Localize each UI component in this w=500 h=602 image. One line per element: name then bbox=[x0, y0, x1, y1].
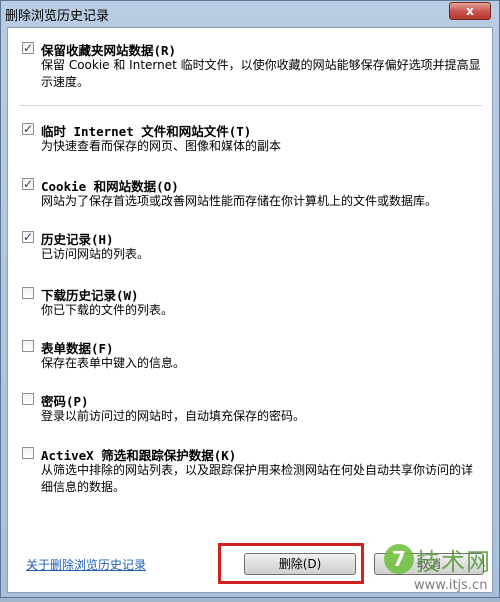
checkbox-cookies[interactable]: ✓ bbox=[22, 178, 34, 190]
option-description: 从筛选中排除的网站列表，以及跟踪保护用来检测网站在何处自动共享你访问的详细信息的… bbox=[41, 463, 474, 494]
option-description: 你已下载的文件的列表。 bbox=[41, 303, 174, 317]
option-description: 网站为了保存首选项或改善网站性能而存储在你计算机上的文件或数据库。 bbox=[41, 194, 438, 208]
dialog-title: 删除浏览历史记录 bbox=[5, 9, 110, 24]
checkbox-activex[interactable] bbox=[22, 447, 34, 459]
watermark-name: 技术网 bbox=[416, 548, 491, 576]
option-description: 保留 Cookie 和 Internet 临时文件，以使你收藏的网站能够保存偏好… bbox=[41, 58, 481, 89]
checkbox-favorites[interactable]: ✓ bbox=[22, 42, 34, 54]
option-description: 登录以前访问过的网站时，自动填充保存的密码。 bbox=[41, 409, 306, 423]
checkbox-passwords[interactable] bbox=[22, 393, 34, 405]
checkbox-temp-files[interactable]: ✓ bbox=[22, 123, 34, 135]
checkbox-form-data[interactable] bbox=[22, 340, 34, 352]
watermark-logo-icon: 7 bbox=[384, 544, 414, 574]
option-description: 为快速查看而保存的网页、图像和媒体的副本 bbox=[41, 139, 282, 153]
about-delete-history-link[interactable]: 关于删除浏览历史记录 bbox=[26, 556, 146, 573]
checkbox-download-history[interactable] bbox=[22, 287, 34, 299]
close-button[interactable]: x bbox=[449, 2, 491, 20]
checkbox-history[interactable]: ✓ bbox=[22, 231, 34, 243]
watermark: 7 技术网 www.itjs.cn bbox=[384, 540, 494, 602]
dialog-content: ✓ 保留收藏夹网站数据(R) 保留 Cookie 和 Internet 临时文件… bbox=[7, 27, 493, 593]
watermark-url: www.itjs.cn bbox=[414, 578, 488, 593]
dialog-window: 删除浏览历史记录 x ✓ 保留收藏夹网站数据(R) 保留 Cookie 和 In… bbox=[0, 0, 500, 598]
separator bbox=[20, 105, 482, 106]
delete-button[interactable]: 删除(D) bbox=[244, 553, 356, 575]
option-description: 已访问网站的列表。 bbox=[41, 247, 150, 261]
option-description: 保存在表单中键入的信息。 bbox=[41, 356, 186, 370]
title-bar: 删除浏览历史记录 x bbox=[1, 1, 499, 27]
